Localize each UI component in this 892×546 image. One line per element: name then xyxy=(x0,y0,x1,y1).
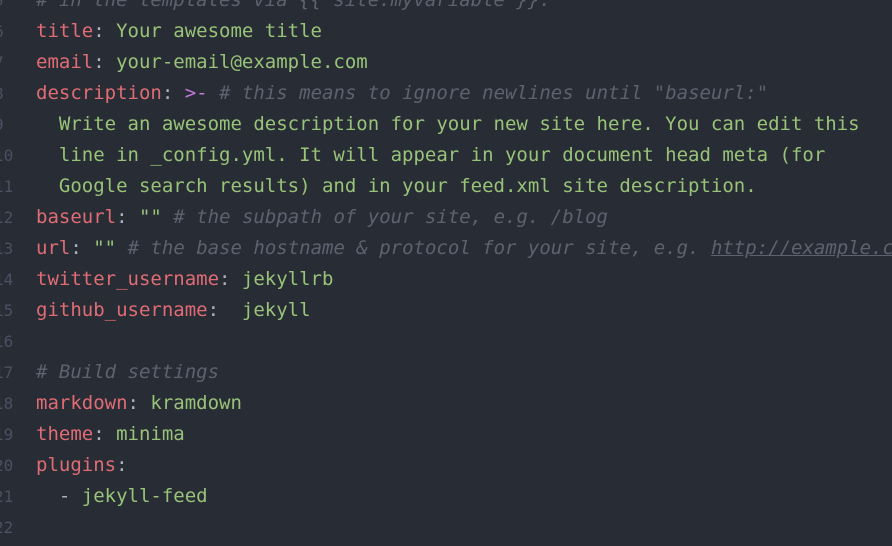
token-str: Your awesome title xyxy=(116,20,322,42)
token-str: "" xyxy=(93,237,117,259)
line-content: title: Your awesome title xyxy=(36,16,322,47)
line-number: 21 xyxy=(0,487,14,506)
code-line[interactable]: 11 Google search results) and in your fe… xyxy=(0,171,892,202)
token-punct xyxy=(116,237,127,259)
line-number: 5 xyxy=(0,0,14,16)
token-punct: : xyxy=(116,206,139,228)
line-content: - jekyll-feed xyxy=(36,481,208,512)
token-comment[interactable]: http://example.com xyxy=(711,237,892,259)
code-line[interactable]: 20 plugins: xyxy=(0,450,892,481)
token-punct: : xyxy=(127,392,151,414)
line-number: 16 xyxy=(0,332,14,351)
code-line[interactable]: 21 - jekyll-feed xyxy=(0,481,892,512)
code-line[interactable]: 8 description: >- # this means to ignore … xyxy=(0,78,892,109)
line-content: email: your-email@example.com xyxy=(36,47,368,78)
code-line[interactable]: 19 theme: minima xyxy=(0,419,892,450)
line-content: markdown: kramdown xyxy=(36,388,242,419)
token-punct: : xyxy=(93,51,117,73)
code-line[interactable]: 22 xyxy=(0,512,892,543)
token-str: line in _config.yml. It will appear in y… xyxy=(36,144,826,166)
line-number: 14 xyxy=(0,270,14,289)
line-content: Write an awesome description for your ne… xyxy=(36,109,860,140)
token-punct: : xyxy=(93,423,117,445)
token-str: Write an awesome description for your ne… xyxy=(36,113,860,135)
line-number: 8 xyxy=(0,78,14,109)
code-lines: 5 # in the templates via {{ site.myvariab… xyxy=(0,0,892,543)
line-number: 18 xyxy=(0,394,14,413)
token-comment: # this means to ignore newlines until "b… xyxy=(219,82,769,104)
line-number: 17 xyxy=(0,363,14,382)
line-number: 9 xyxy=(0,109,14,140)
code-line[interactable]: 12 baseurl: "" # the subpath of your site… xyxy=(0,202,892,233)
token-str: Google search results) and in your feed.… xyxy=(36,175,757,197)
code-editor[interactable]: 5 # in the templates via {{ site.myvariab… xyxy=(0,0,892,546)
token-op: >- xyxy=(184,82,208,104)
token-key: baseurl xyxy=(36,206,117,228)
line-content: plugins: xyxy=(36,450,128,481)
token-str: your-email@example.com xyxy=(116,51,368,73)
code-line[interactable]: 14 twitter_username: jekyllrb xyxy=(0,264,892,295)
token-punct: : xyxy=(219,268,242,290)
token-str: jekyll-feed xyxy=(81,485,208,507)
token-key: email xyxy=(36,51,94,73)
line-content: twitter_username: jekyllrb xyxy=(36,264,333,295)
line-number: 11 xyxy=(0,177,14,196)
line-number: 13 xyxy=(0,239,14,258)
line-number: 19 xyxy=(0,425,14,444)
line-number: 10 xyxy=(0,146,14,165)
line-content: # Build settings xyxy=(36,357,219,388)
code-line[interactable]: 17 # Build settings xyxy=(0,357,892,388)
code-line[interactable]: 7 email: your-email@example.com xyxy=(0,47,892,78)
code-line[interactable]: 15 github_username: jekyll xyxy=(0,295,892,326)
line-content: theme: minima xyxy=(36,419,185,450)
token-punct: : xyxy=(93,20,117,42)
line-content: url: "" # the base hostname & protocol f… xyxy=(36,233,892,264)
line-content: baseurl: "" # the subpath of your site, … xyxy=(36,202,608,233)
line-content: Google search results) and in your feed.… xyxy=(36,171,757,202)
code-line[interactable]: 6 title: Your awesome title xyxy=(0,16,892,47)
token-punct: - xyxy=(36,485,82,507)
line-number: 7 xyxy=(0,47,14,78)
token-punct: : xyxy=(116,454,128,476)
line-content: github_username: jekyll xyxy=(36,295,311,326)
line-number: 12 xyxy=(0,208,14,227)
code-line[interactable]: 10 line in _config.yml. It will appear i… xyxy=(0,140,892,171)
token-str: "" xyxy=(138,206,162,228)
token-comment: # in the templates via {{ site.myvariabl… xyxy=(36,0,551,11)
token-str: jekyll xyxy=(241,299,311,321)
line-content: description: >- # this means to ignore n… xyxy=(36,78,768,109)
token-punct: : xyxy=(207,299,242,321)
line-number: 6 xyxy=(0,16,14,47)
token-str: kramdown xyxy=(150,392,242,414)
token-punct: : xyxy=(70,237,94,259)
code-line[interactable]: 13 url: "" # the base hostname & protocol… xyxy=(0,233,892,264)
line-number: 15 xyxy=(0,301,14,320)
token-key: title xyxy=(36,20,94,42)
token-key: markdown xyxy=(36,392,128,414)
token-punct xyxy=(162,206,173,228)
token-comment: # the subpath of your site, e.g. /blog xyxy=(173,206,608,228)
line-number: 22 xyxy=(0,518,14,537)
token-str: jekyllrb xyxy=(241,268,334,290)
token-punct xyxy=(208,82,219,104)
code-line[interactable]: 18 markdown: kramdown xyxy=(0,388,892,419)
token-key: plugins xyxy=(36,454,117,476)
line-number: 20 xyxy=(0,456,14,475)
token-key: twitter_username xyxy=(36,268,220,290)
token-str: minima xyxy=(116,423,185,445)
line-content: line in _config.yml. It will appear in y… xyxy=(36,140,825,171)
token-key: github_username xyxy=(36,299,208,321)
token-punct: : xyxy=(161,82,185,104)
token-key: theme xyxy=(36,423,94,445)
code-line[interactable]: 9 Write an awesome description for your … xyxy=(0,109,892,140)
token-key: url xyxy=(36,237,71,259)
code-line[interactable]: 16 xyxy=(0,326,892,357)
token-comment: # the base hostname & protocol for your … xyxy=(127,237,711,259)
code-line[interactable]: 5 # in the templates via {{ site.myvariab… xyxy=(0,0,892,16)
token-comment: # Build settings xyxy=(36,361,220,383)
line-content: # in the templates via {{ site.myvariabl… xyxy=(36,0,551,16)
token-key: description xyxy=(36,82,162,104)
